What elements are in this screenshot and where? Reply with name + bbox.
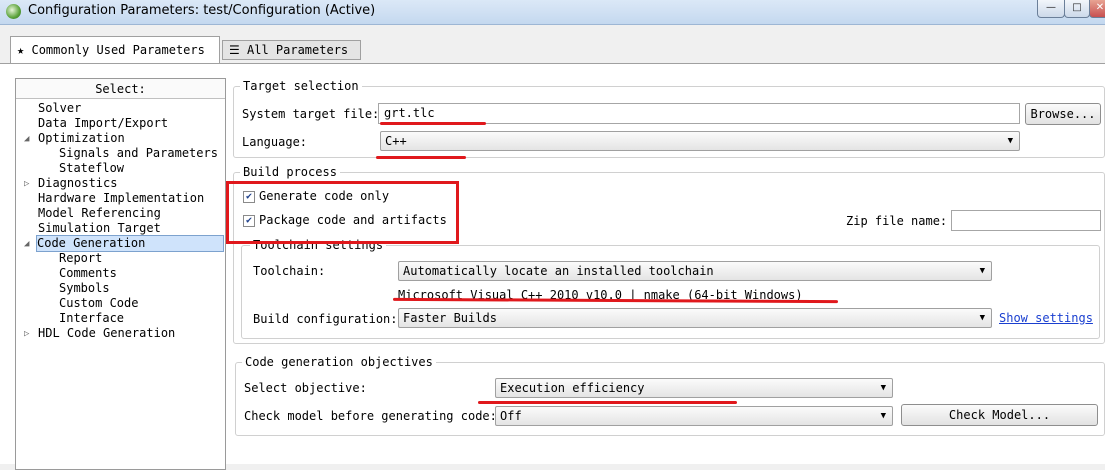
collapsed-arrow-icon[interactable]: ▷ xyxy=(24,179,29,189)
tab-all-parameters[interactable]: ☰ All Parameters xyxy=(222,40,361,60)
language-value: C++ xyxy=(385,134,407,148)
list-icon: ☰ xyxy=(229,43,240,57)
code-generation-objectives-legend: Code generation objectives xyxy=(242,355,436,369)
expanded-arrow-icon[interactable]: ◢ xyxy=(24,239,29,249)
zip-file-input[interactable] xyxy=(951,210,1101,231)
title-bar: Configuration Parameters: test/Configura… xyxy=(0,0,1105,25)
collapsed-arrow-icon[interactable]: ▷ xyxy=(24,329,29,339)
select-objective-dropdown[interactable]: Execution efficiency ▼ xyxy=(495,378,893,398)
tab-label: Commonly Used Parameters xyxy=(31,43,205,57)
chevron-down-icon: ▼ xyxy=(979,266,985,276)
build-configuration-dropdown[interactable]: Faster Builds ▼ xyxy=(398,308,992,328)
tree-item-simulation-target[interactable]: Simulation Target xyxy=(38,221,161,236)
check-model-value: Off xyxy=(500,409,522,423)
tree-item-solver[interactable]: Solver xyxy=(38,101,81,116)
check-model-button[interactable]: Check Model... xyxy=(901,404,1098,426)
tree-item-stateflow[interactable]: Stateflow xyxy=(59,161,124,176)
tree-item-report[interactable]: Report xyxy=(59,251,102,266)
tree-item-hardware-implementation[interactable]: Hardware Implementation xyxy=(38,191,204,206)
zip-file-label: Zip file name: xyxy=(846,214,948,228)
system-target-input[interactable]: grt.tlc xyxy=(378,103,1020,124)
system-target-label: System target file: xyxy=(242,107,380,121)
toolchain-label: Toolchain: xyxy=(253,264,326,278)
toolchain-dropdown[interactable]: Automatically locate an installed toolch… xyxy=(398,261,992,281)
tree-item-code-generation[interactable]: Code Generation xyxy=(36,235,224,252)
tree-item-model-referencing[interactable]: Model Referencing xyxy=(38,206,161,221)
expanded-arrow-icon[interactable]: ◢ xyxy=(24,134,29,144)
show-settings-link[interactable]: Show settings xyxy=(999,311,1093,325)
tree-item-signals-and-parameters[interactable]: Signals and Parameters xyxy=(59,146,218,161)
annotation-underline xyxy=(478,401,737,404)
build-process-legend: Build process xyxy=(240,165,340,179)
check-model-label: Check model before generating code: xyxy=(244,409,497,423)
tree-item-comments[interactable]: Comments xyxy=(59,266,117,281)
category-tree: Select: Solver Data Import/Export ◢ Opti… xyxy=(15,78,226,470)
language-label: Language: xyxy=(242,135,308,149)
close-button[interactable]: ✕ xyxy=(1089,0,1105,18)
tree-header: Select: xyxy=(16,79,225,99)
tree-item-interface[interactable]: Interface xyxy=(59,311,124,326)
app-icon xyxy=(6,4,21,19)
annotation-underline xyxy=(376,156,466,159)
tab-label: All Parameters xyxy=(247,43,349,57)
tab-commonly-used-parameters[interactable]: ★ Commonly Used Parameters xyxy=(10,36,220,64)
browse-button[interactable]: Browse... xyxy=(1025,103,1101,125)
select-objective-value: Execution efficiency xyxy=(500,381,645,395)
target-selection-legend: Target selection xyxy=(240,79,362,93)
maximize-button[interactable]: □ xyxy=(1064,0,1090,18)
tree-item-data-import-export[interactable]: Data Import/Export xyxy=(38,116,168,131)
chevron-down-icon: ▼ xyxy=(1007,136,1013,146)
language-dropdown[interactable]: C++ ▼ xyxy=(380,131,1020,151)
tab-divider xyxy=(0,63,1105,64)
chevron-down-icon: ▼ xyxy=(880,411,886,421)
tree-item-diagnostics[interactable]: Diagnostics xyxy=(38,176,117,191)
annotation-underline xyxy=(380,122,486,125)
tree-item-hdl-code-generation[interactable]: HDL Code Generation xyxy=(38,326,175,341)
tree-item-optimization[interactable]: Optimization xyxy=(38,131,125,146)
minimize-button[interactable]: — xyxy=(1037,0,1065,18)
chevron-down-icon: ▼ xyxy=(979,313,985,323)
select-objective-label: Select objective: xyxy=(244,381,367,395)
star-icon: ★ xyxy=(17,43,25,57)
window-title: Configuration Parameters: test/Configura… xyxy=(28,3,376,18)
tree-item-custom-code[interactable]: Custom Code xyxy=(59,296,138,311)
check-model-dropdown[interactable]: Off ▼ xyxy=(495,406,893,426)
annotation-box xyxy=(226,181,459,244)
build-configuration-value: Faster Builds xyxy=(403,311,497,325)
tree-item-symbols[interactable]: Symbols xyxy=(59,281,110,296)
toolchain-value: Automatically locate an installed toolch… xyxy=(403,264,714,278)
build-configuration-label: Build configuration: xyxy=(253,312,398,326)
chevron-down-icon: ▼ xyxy=(880,383,886,393)
